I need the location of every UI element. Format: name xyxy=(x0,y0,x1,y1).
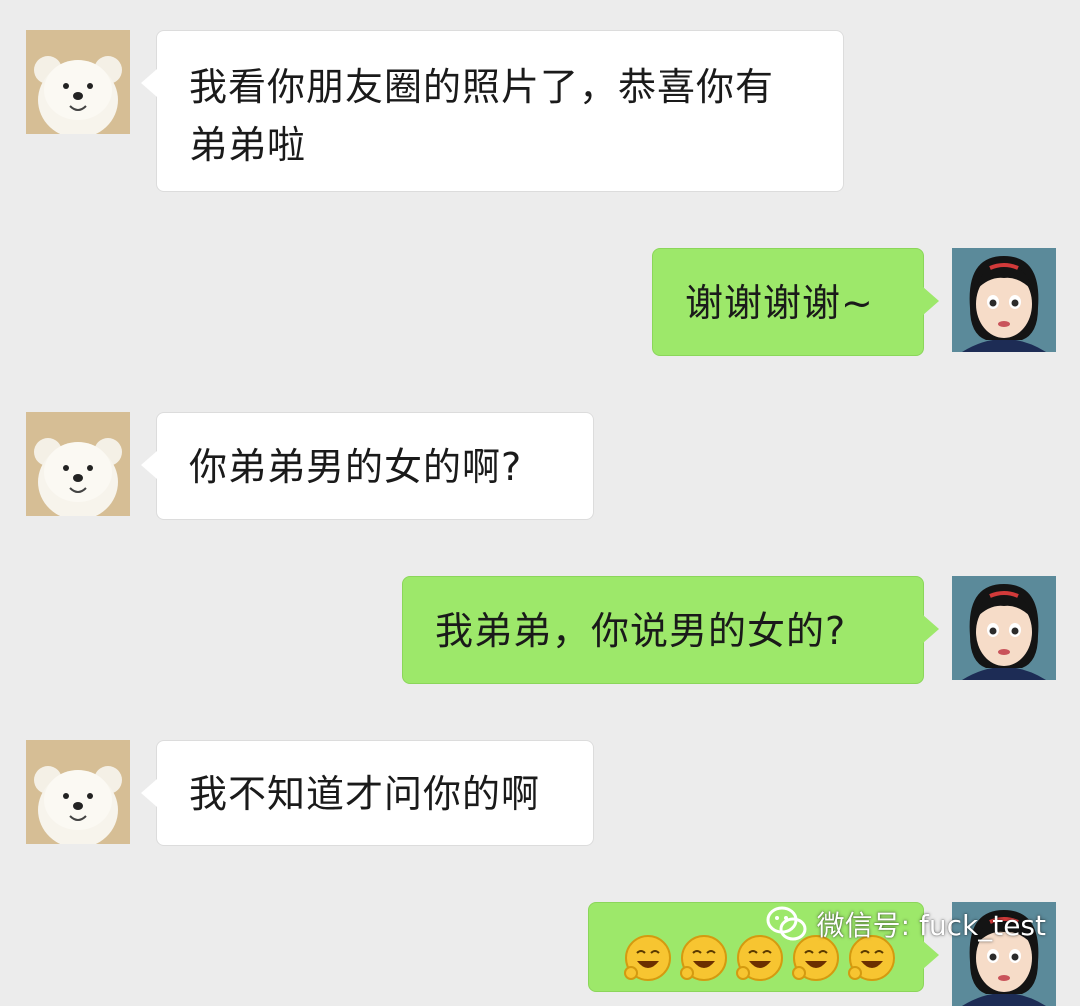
watermark-text: 微信号: fuck_test xyxy=(816,909,1046,942)
message-text: 你弟弟男的女的啊? xyxy=(189,445,523,489)
bubble-tail xyxy=(141,451,157,479)
message-text: 我弟弟，你说男的女的? xyxy=(435,609,847,653)
message-bubble-outgoing[interactable]: 谢谢谢谢~ xyxy=(652,248,939,356)
teddy-bear-avatar[interactable] xyxy=(26,412,130,516)
message-bubble-outgoing[interactable]: 我弟弟，你说男的女的? xyxy=(402,576,939,684)
laugh-emoji-icon xyxy=(679,933,729,983)
chat-area: 我看你朋友圈的照片了，恭喜你有 弟弟啦 谢谢谢谢~ 你弟弟男的女的啊? 我弟弟，… xyxy=(0,0,1080,1006)
cartoon-girl-avatar[interactable] xyxy=(952,576,1056,680)
message-text: 我不知道才问你的啊 xyxy=(189,772,541,816)
cartoon-girl-avatar-image xyxy=(952,248,1056,352)
bubble-tail xyxy=(141,69,157,97)
message-text: 我看你朋友圈的照片了，恭喜你有 弟弟啦 xyxy=(189,65,775,167)
message-text: 谢谢谢谢~ xyxy=(685,281,874,325)
cartoon-girl-avatar-image xyxy=(952,576,1056,680)
message-bubble-incoming[interactable]: 我不知道才问你的啊 xyxy=(141,740,594,846)
watermark: 微信号: fuck_test xyxy=(765,904,1046,944)
teddy-bear-avatar-image xyxy=(26,30,130,134)
message-bubble-incoming[interactable]: 你弟弟男的女的啊? xyxy=(141,412,594,520)
laugh-emoji-icon xyxy=(623,933,673,983)
teddy-bear-avatar-image xyxy=(26,412,130,516)
teddy-bear-avatar[interactable] xyxy=(26,740,130,844)
message-bubble-incoming[interactable]: 我看你朋友圈的照片了，恭喜你有 弟弟啦 xyxy=(141,30,844,192)
teddy-bear-avatar[interactable] xyxy=(26,30,130,134)
teddy-bear-avatar-image xyxy=(26,740,130,844)
bubble-tail xyxy=(923,287,939,315)
bubble-tail xyxy=(141,779,157,807)
bubble-tail xyxy=(923,615,939,643)
bubble-tail xyxy=(923,941,939,969)
wechat-icon xyxy=(765,904,809,944)
cartoon-girl-avatar[interactable] xyxy=(952,248,1056,352)
